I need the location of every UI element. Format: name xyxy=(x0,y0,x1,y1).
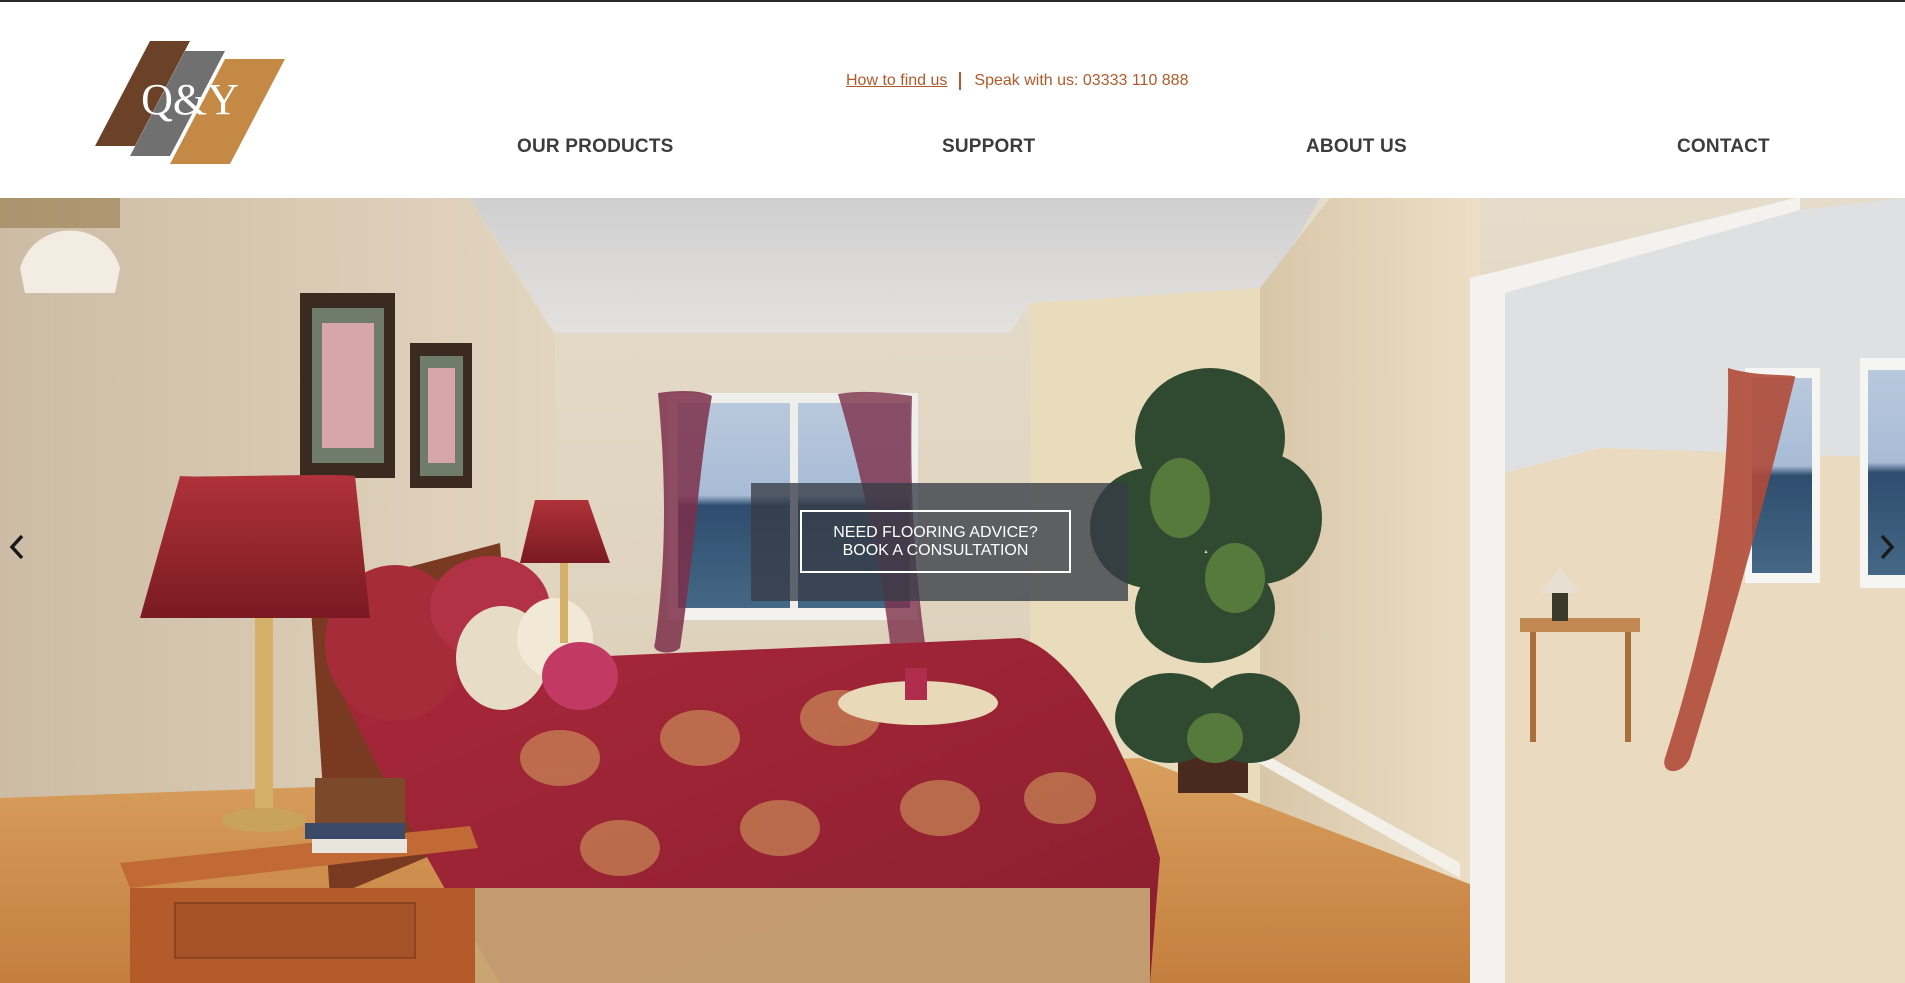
divider xyxy=(959,72,962,90)
contact-bar: How to find us Speak with us: 03333 110 … xyxy=(846,70,1188,92)
logo-text: Q&Y xyxy=(141,75,239,124)
carousel-next-button[interactable] xyxy=(1870,524,1904,570)
how-to-find-us-link[interactable]: How to find us xyxy=(846,72,947,90)
chevron-left-icon xyxy=(9,534,24,560)
nav-our-products[interactable]: OUR PRODUCTS xyxy=(517,136,674,158)
nav-about-us[interactable]: ABOUT US xyxy=(1306,136,1407,158)
cta-overlay: NEED FLOORING ADVICE? BOOK A CONSULTATIO… xyxy=(751,483,1128,601)
carousel-prev-button[interactable] xyxy=(0,524,34,570)
nav-support[interactable]: SUPPORT xyxy=(942,136,1035,158)
phone-text: Speak with us: 03333 110 888 xyxy=(974,72,1189,89)
site-header: Q&Y How to find us Speak with us: 03333 … xyxy=(0,2,1905,198)
nav-contact[interactable]: CONTACT xyxy=(1677,136,1770,158)
main-nav: OUR PRODUCTS SUPPORT ABOUT US CONTACT xyxy=(0,136,1905,164)
hero-carousel: NEED FLOORING ADVICE? BOOK A CONSULTATIO… xyxy=(0,198,1905,983)
book-consultation-button[interactable]: NEED FLOORING ADVICE? BOOK A CONSULTATIO… xyxy=(800,510,1071,573)
chevron-right-icon xyxy=(1880,534,1895,560)
